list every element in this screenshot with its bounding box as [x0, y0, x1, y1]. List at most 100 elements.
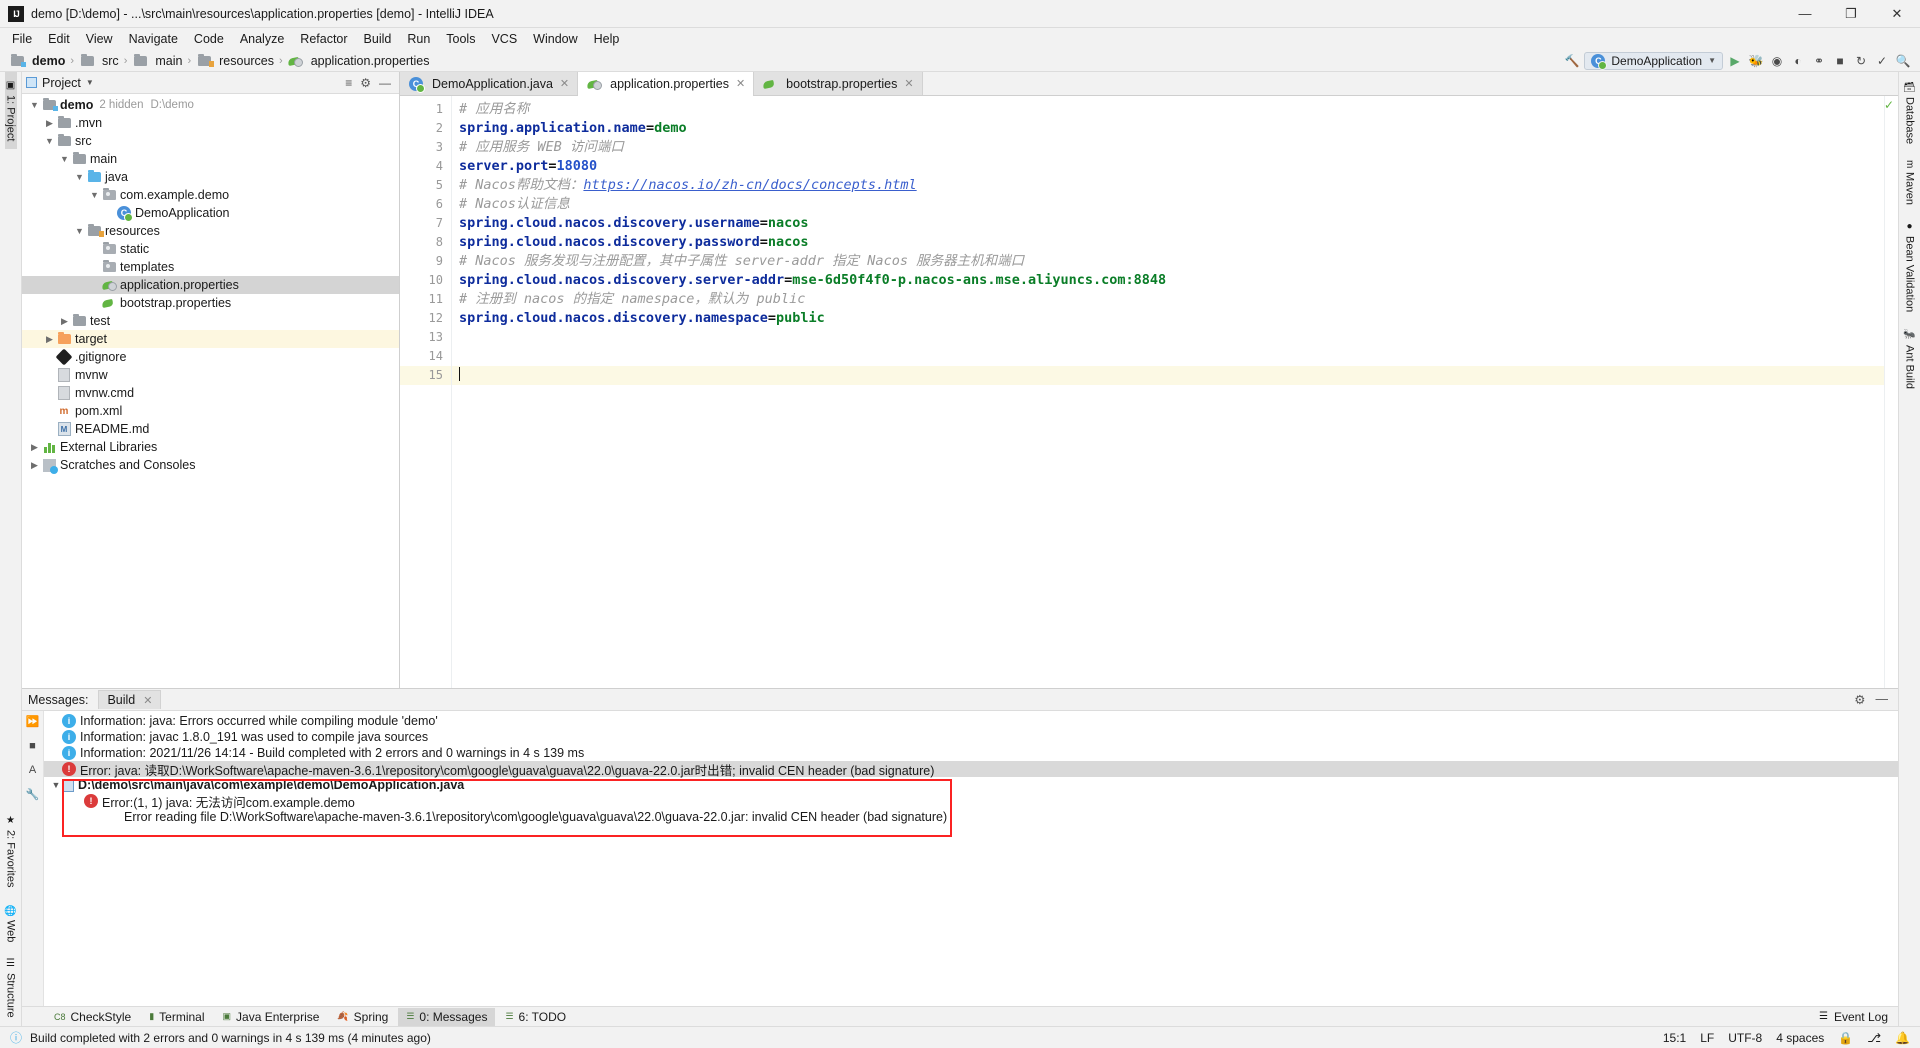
collapse-arrow-icon[interactable]: ▶	[43, 118, 56, 129]
line-separator[interactable]: LF	[1700, 1031, 1714, 1045]
tree-node-com-example-demo[interactable]: ▼ com.example.demo	[22, 186, 399, 204]
tree-node-application-properties[interactable]: ▶ application.properties	[22, 276, 399, 294]
error-stripe-marker-column[interactable]: ✓	[1884, 96, 1898, 688]
message-row[interactable]: ! Error: java: 读取D:\WorkSoftware\apache-m…	[44, 761, 1898, 778]
sidebar-item-favorites[interactable]: ★ 2: Favorites	[5, 807, 17, 895]
line-number[interactable]: 2	[400, 119, 451, 138]
bell-icon[interactable]: 🔔	[1895, 1031, 1910, 1045]
tree-node-mvnw[interactable]: ▶ mvnw	[22, 366, 399, 384]
sidebar-item-structure[interactable]: ☰ Structure	[5, 950, 17, 1026]
run-icon[interactable]: ▶	[1726, 52, 1744, 70]
menu-build[interactable]: Build	[356, 30, 400, 48]
line-number[interactable]: 14	[400, 347, 451, 366]
event-log-button[interactable]: ☰ Event Log	[1819, 1010, 1898, 1024]
tree-node-pom-xml[interactable]: ▶m pom.xml	[22, 402, 399, 420]
message-row[interactable]: i Information: java: Errors occurred whil…	[44, 713, 1898, 729]
bottom-tab-checkstyle[interactable]: C8 CheckStyle	[46, 1008, 139, 1026]
expand-arrow-icon[interactable]: ▼	[50, 780, 62, 790]
collapse-arrow-icon[interactable]: ▶	[28, 460, 41, 471]
breadcrumb-main[interactable]: main	[129, 53, 185, 69]
tree-node-main[interactable]: ▼ main	[22, 150, 399, 168]
commit-icon[interactable]: ✓	[1873, 52, 1891, 70]
line-number[interactable]: 11	[400, 290, 451, 309]
soft-wrap-icon[interactable]: A	[29, 764, 36, 776]
code-line-10[interactable]: spring.cloud.nacos.discovery.server-addr…	[452, 271, 1884, 290]
code-line-5[interactable]: # Nacos帮助文档：https://nacos.io/zh-cn/docs/…	[452, 176, 1884, 195]
sidebar-item-ant-build[interactable]: 🐜 Ant Build	[1904, 320, 1916, 396]
code-line-13[interactable]	[452, 328, 1884, 347]
breadcrumb-application-properties[interactable]: application.properties	[285, 53, 433, 69]
line-number[interactable]: 9	[400, 252, 451, 271]
tree-node-target[interactable]: ▶ target	[22, 330, 399, 348]
attach-icon[interactable]: ⚭	[1810, 52, 1828, 70]
code-line-11[interactable]: # 注册到 nacos 的指定 namespace，默认为 public	[452, 290, 1884, 309]
file-encoding[interactable]: UTF-8	[1728, 1031, 1762, 1045]
close-button[interactable]: ✕	[1874, 0, 1920, 28]
collapse-all-icon[interactable]: ≡	[345, 76, 352, 90]
code-line-3[interactable]: # 应用服务 WEB 访问端口	[452, 138, 1884, 157]
tab-build[interactable]: Build ✕	[98, 690, 162, 709]
breadcrumb-demo[interactable]: demo	[6, 53, 68, 69]
tree-node-demoapplication[interactable]: ▶CDemoApplication	[22, 204, 399, 222]
tree-node-mvnw-cmd[interactable]: ▶ mvnw.cmd	[22, 384, 399, 402]
line-number[interactable]: 6	[400, 195, 451, 214]
stop-icon[interactable]: ■	[1831, 52, 1849, 70]
line-number[interactable]: 12	[400, 309, 451, 328]
expand-arrow-icon[interactable]: ▼	[43, 136, 56, 146]
close-icon[interactable]: ✕	[736, 77, 745, 90]
expand-arrow-icon[interactable]: ▼	[28, 100, 41, 110]
tree-node-demo[interactable]: ▼ demo 2 hidden D:\demo	[22, 96, 399, 114]
search-everywhere-icon[interactable]: 🔍	[1894, 52, 1912, 70]
collapse-arrow-icon[interactable]: ▶	[28, 442, 41, 453]
menu-run[interactable]: Run	[399, 30, 438, 48]
sidebar-item-web[interactable]: 🌐 Web	[5, 896, 17, 951]
bottom-tab-java-enterprise[interactable]: ▣ Java Enterprise	[215, 1008, 328, 1026]
git-branch-icon[interactable]: ⎇	[1867, 1031, 1881, 1045]
indent-setting[interactable]: 4 spaces	[1776, 1031, 1824, 1045]
code-line-1[interactable]: # 应用名称	[452, 100, 1884, 119]
expand-icon[interactable]: ⏩	[26, 715, 40, 728]
tree-node-src[interactable]: ▼ src	[22, 132, 399, 150]
url-link[interactable]: https://nacos.io/zh-cn/docs/concepts.htm…	[583, 177, 916, 193]
update-project-icon[interactable]: ↻	[1852, 52, 1870, 70]
message-row[interactable]: i Information: javac 1.8.0_191 was used t…	[44, 729, 1898, 745]
menu-analyze[interactable]: Analyze	[232, 30, 292, 48]
tree-node-gitignore[interactable]: ▶ .gitignore	[22, 348, 399, 366]
sidebar-item-project[interactable]: ▣ 1: Project	[4, 72, 17, 150]
menu-edit[interactable]: Edit	[40, 30, 78, 48]
code-line-12[interactable]: spring.cloud.nacos.discovery.namespace=p…	[452, 309, 1884, 328]
hammer-icon[interactable]: 🔨	[1563, 52, 1581, 70]
editor-tab-application-properties[interactable]: application.properties ✕	[578, 72, 755, 96]
sidebar-item-database[interactable]: 🗃 Database	[1904, 72, 1916, 152]
code-editor[interactable]: 1 2 3 4 5 6 7 8 9 10 11 12 13 14 15 # 应用名称 spring.appli…	[400, 96, 1898, 688]
close-icon[interactable]: ✕	[904, 77, 913, 90]
code-line-2[interactable]: spring.application.name=demo	[452, 119, 1884, 138]
hide-icon[interactable]: —	[1876, 692, 1889, 707]
collapse-arrow-icon[interactable]: ▶	[43, 334, 56, 345]
settings-icon[interactable]: 🔧	[26, 788, 40, 801]
caret-position[interactable]: 15:1	[1663, 1031, 1686, 1045]
tree-node-scratches-and-consoles[interactable]: ▶ Scratches and Consoles	[22, 456, 399, 474]
bottom-tab-6-todo[interactable]: ☰ 6: TODO	[497, 1008, 574, 1026]
tree-node-external-libraries[interactable]: ▶ External Libraries	[22, 438, 399, 456]
breadcrumb-resources[interactable]: resources	[193, 53, 277, 69]
line-number[interactable]: 3	[400, 138, 451, 157]
line-number[interactable]: 1	[400, 100, 451, 119]
menu-file[interactable]: File	[4, 30, 40, 48]
minimize-button[interactable]: —	[1782, 0, 1828, 28]
tree-node-resources[interactable]: ▼ resources	[22, 222, 399, 240]
expand-arrow-icon[interactable]: ▼	[58, 154, 71, 164]
breadcrumb-src[interactable]: src	[76, 53, 122, 69]
expand-arrow-icon[interactable]: ▼	[88, 190, 101, 200]
code-line-14[interactable]	[452, 347, 1884, 366]
inspection-ok-icon[interactable]: ✓	[1884, 98, 1894, 112]
menu-view[interactable]: View	[78, 30, 121, 48]
bottom-tab-spring[interactable]: 🍂 Spring	[329, 1008, 396, 1026]
messages-list[interactable]: i Information: java: Errors occurred whil…	[44, 711, 1898, 1006]
code-content[interactable]: # 应用名称 spring.application.name=demo # 应用服务…	[452, 96, 1884, 688]
menu-refactor[interactable]: Refactor	[292, 30, 355, 48]
tree-node-static[interactable]: ▶ static	[22, 240, 399, 258]
maximize-button[interactable]: ❐	[1828, 0, 1874, 28]
line-number[interactable]: 5	[400, 176, 451, 195]
expand-arrow-icon[interactable]: ▼	[73, 172, 86, 182]
